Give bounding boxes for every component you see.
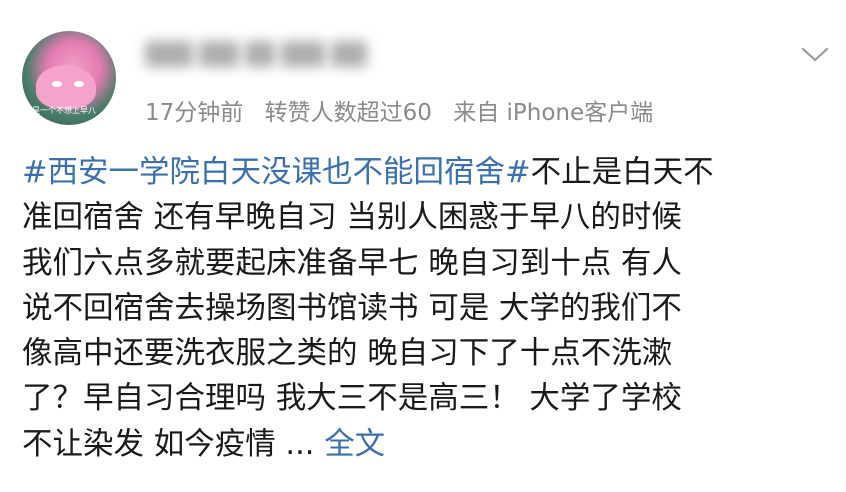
avatar[interactable]: 是一个不想上早八 <box>22 31 116 125</box>
post-line: 我们六点多就要起床准备早七 晚自习到十点 有人 <box>22 245 682 281</box>
post-source[interactable]: 来自 iPhone客户端 <box>453 100 653 126</box>
post-line: 说不回宿舍去操场图书馆读书 可是 大学的我们不 <box>22 290 682 326</box>
post-repost-count: 转赞人数超过60 <box>264 100 432 126</box>
expand-full-text-link[interactable]: 全文 <box>324 427 385 462</box>
post-meta: 17分钟前 转赞人数超过60 来自 iPhone客户端 <box>145 93 667 127</box>
avatar-caption: 是一个不想上早八 <box>32 106 96 115</box>
post-line: 不让染发 如今疫情 ... <box>22 426 315 462</box>
post-line: 准回宿舍 还有早晚自习 当别人困惑于早八的时候 <box>22 200 682 236</box>
post-line: 像高中还要洗衣服之类的 晚自习下了十点不洗漱 <box>22 336 673 372</box>
post-body: #西安一学院白天没课也不能回宿舍#不止是白天不 准回宿舍 还有早晚自习 当别人困… <box>22 150 832 467</box>
username-blurred[interactable] <box>145 34 390 74</box>
avatar-character <box>36 65 96 109</box>
hashtag-link[interactable]: #西安一学院白天没课也不能回宿舍# <box>22 155 531 190</box>
chevron-down-icon[interactable] <box>800 44 830 64</box>
post-time: 17分钟前 <box>145 100 244 126</box>
post-line: 了？早自习合理吗 我大三不是高三！ 大学了学校 <box>22 381 682 417</box>
